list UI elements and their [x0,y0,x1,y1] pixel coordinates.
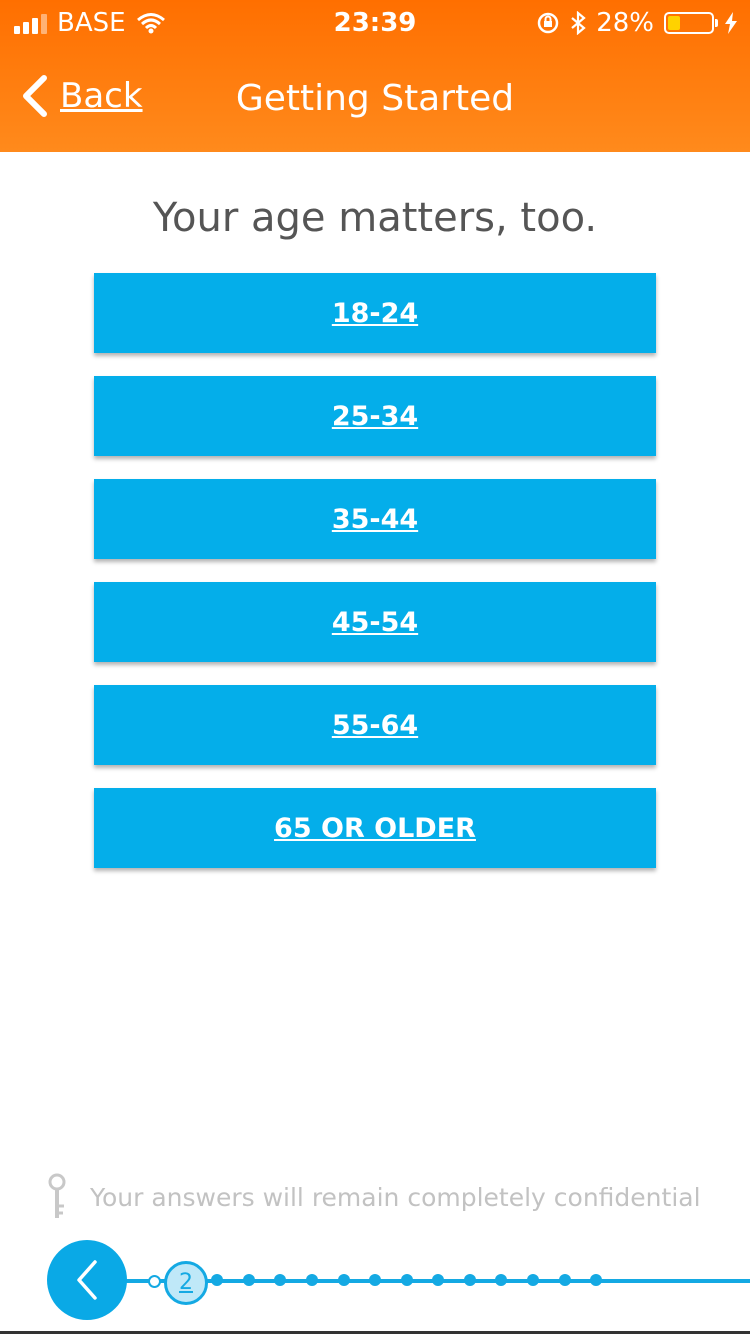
progress-step [527,1274,539,1286]
progress-step [495,1274,507,1286]
confidential-text: Your answers will remain completely conf… [90,1182,701,1212]
header: BASE 23:39 28% Back Getting Started [0,0,750,152]
bluetooth-icon [571,11,586,35]
age-options: 18-24 25-34 35-44 45-54 55-64 65 OR OLDE… [94,273,656,891]
progress-step-completed [148,1275,161,1288]
progress-step [211,1274,223,1286]
progress-step [369,1274,381,1286]
orientation-lock-icon [537,12,559,34]
previous-step-button[interactable] [47,1240,127,1320]
battery-percent: 28% [596,8,654,38]
progress-step [559,1274,571,1286]
question-heading: Your age matters, too. [152,195,598,241]
age-option-55-64[interactable]: 55-64 [94,685,656,765]
age-option-45-54[interactable]: 45-54 [94,582,656,662]
progress-tracker: 2 [0,1238,750,1328]
chevron-left-icon [77,1260,97,1300]
age-option-65-or-older[interactable]: 65 OR OLDER [94,788,656,868]
confidential-note: Your answers will remain completely conf… [46,1172,701,1222]
age-option-18-24[interactable]: 18-24 [94,273,656,353]
battery-icon [664,12,718,34]
progress-step [338,1274,350,1286]
progress-step [590,1274,602,1286]
progress-step [401,1274,413,1286]
age-option-35-44[interactable]: 35-44 [94,479,656,559]
progress-step [432,1274,444,1286]
progress-step [243,1274,255,1286]
charging-icon [725,12,737,34]
status-bar: BASE 23:39 28% [0,0,750,52]
age-option-25-34[interactable]: 25-34 [94,376,656,456]
progress-step [306,1274,318,1286]
progress-step-current: 2 [164,1261,208,1305]
key-icon [48,1173,66,1218]
progress-step [274,1274,286,1286]
page-title: Getting Started [235,78,515,119]
progress-step [464,1274,476,1286]
nav-bar: Back Getting Started [0,62,750,142]
